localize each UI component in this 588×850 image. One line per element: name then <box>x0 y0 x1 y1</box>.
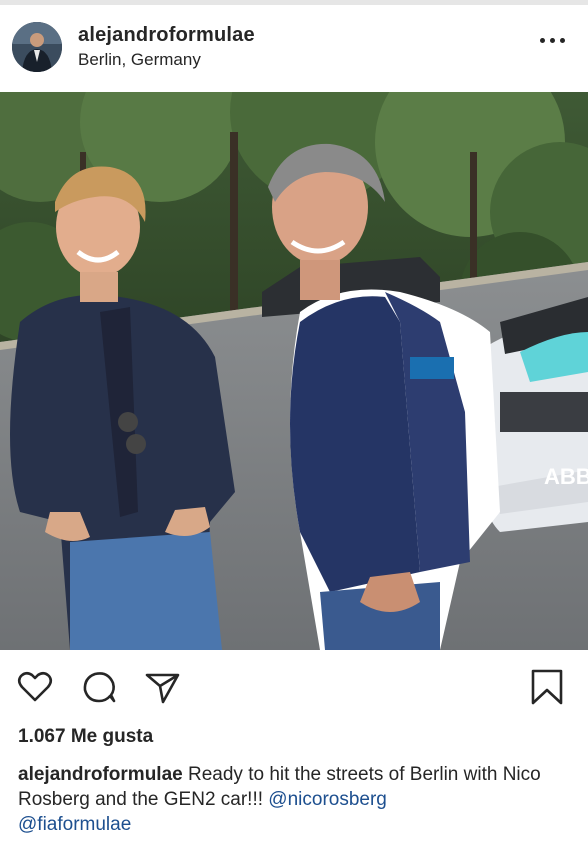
car-sponsor-logo: ABB <box>544 464 588 489</box>
avatar[interactable] <box>12 22 62 72</box>
like-count[interactable]: 1.067 Me gusta <box>18 726 153 748</box>
heart-icon[interactable] <box>16 668 54 706</box>
comment-icon[interactable] <box>80 668 118 706</box>
post-header: alejandroformulae Berlin, Germany <box>0 6 588 90</box>
post-photo[interactable]: ABB <box>0 92 588 650</box>
mention-fiaformulae[interactable]: @fiaformulae <box>18 814 131 835</box>
post-location[interactable]: Berlin, Germany <box>78 50 255 70</box>
send-icon[interactable] <box>143 668 181 706</box>
bookmark-icon[interactable] <box>528 668 566 706</box>
user-block: alejandroformulae Berlin, Germany <box>78 23 255 70</box>
top-divider <box>0 0 588 5</box>
caption-username[interactable]: alejandroformulae <box>18 764 183 785</box>
post-username[interactable]: alejandroformulae <box>78 23 255 47</box>
action-bar <box>0 660 588 712</box>
avatar-image <box>12 22 62 72</box>
more-options-icon[interactable] <box>540 36 566 46</box>
mention-nicorosberg[interactable]: @nicorosberg <box>268 789 387 810</box>
post-caption: alejandroformulae Ready to hit the stree… <box>18 762 574 837</box>
